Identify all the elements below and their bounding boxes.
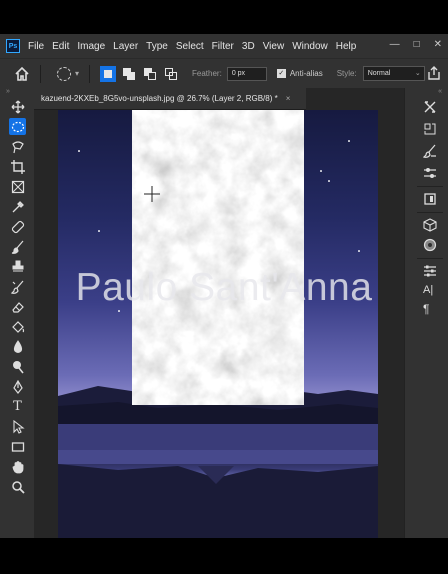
style-value: Normal [367, 70, 391, 77]
healing-brush-tool-icon[interactable] [9, 218, 26, 235]
style-select[interactable]: Normal ⌄ [362, 66, 425, 81]
star [358, 250, 360, 252]
feather-label: Feather: [192, 69, 222, 78]
minimize-button[interactable]: — [390, 39, 400, 50]
elliptical-marquee-tool-icon[interactable] [9, 118, 26, 135]
antialias-label: Anti-alias [289, 69, 323, 78]
subtract-from-selection-button[interactable] [142, 66, 158, 82]
separator [89, 64, 91, 83]
separator [417, 212, 443, 213]
pen-tool-icon[interactable] [9, 378, 26, 395]
close-window-button[interactable]: ✕ [434, 39, 442, 50]
history-brush-tool-icon[interactable] [9, 278, 26, 295]
hand-tool-icon[interactable] [9, 458, 26, 475]
menu-filter[interactable]: Filter [212, 41, 234, 52]
menu-3d[interactable]: 3D [242, 41, 255, 52]
photoshop-window: Ps File Edit Image Layer Type Select Fil… [0, 34, 448, 538]
brush-tool-icon[interactable] [9, 238, 26, 255]
paint-bucket-tool-icon[interactable] [9, 318, 26, 335]
type-tool-icon[interactable]: T [9, 398, 26, 415]
path-selection-tool-icon[interactable] [9, 418, 26, 435]
history-icon[interactable] [423, 122, 437, 136]
menu-view[interactable]: View [263, 41, 285, 52]
tools-panel: » T [0, 88, 34, 538]
window-controls: — □ ✕ [390, 39, 442, 50]
separator [40, 64, 41, 83]
menu-file[interactable]: File [28, 41, 44, 52]
star [98, 230, 100, 232]
frame-tool-icon[interactable] [9, 178, 26, 195]
tools-preset-icon[interactable] [423, 100, 437, 114]
type-tool-glyph: T [13, 399, 22, 414]
document-tab-title: kazuend-2KXEb_8G5vo-unsplash.jpg @ 26.7%… [41, 94, 278, 103]
blur-tool-icon[interactable] [9, 338, 26, 355]
clone-stamp-tool-icon[interactable] [9, 258, 26, 275]
right-panel-dock: « A| ¶ [404, 88, 448, 538]
document-tab[interactable]: kazuend-2KXEb_8G5vo-unsplash.jpg @ 26.7%… [34, 88, 306, 110]
lasso-tool-icon[interactable] [9, 138, 26, 155]
properties-icon[interactable] [423, 264, 437, 278]
close-tab-icon[interactable]: × [286, 94, 291, 103]
cloud-texture [132, 110, 304, 405]
menu-help[interactable]: Help [336, 41, 357, 52]
crop-tool-icon[interactable] [9, 158, 26, 175]
brush-settings-icon[interactable] [422, 144, 437, 158]
marquee-cursor-icon [144, 186, 160, 202]
libraries-icon[interactable] [423, 192, 437, 206]
menu-layer[interactable]: Layer [113, 41, 138, 52]
chevron-down-icon: ⌄ [414, 70, 421, 77]
dodge-tool-icon[interactable] [9, 358, 26, 375]
antialias-checkbox[interactable]: ✓ [276, 69, 286, 78]
zoom-tool-icon[interactable] [9, 478, 26, 495]
tool-preset-picker-icon[interactable] [57, 66, 71, 81]
menu-list: File Edit Image Layer Type Select Filter… [28, 41, 364, 52]
menu-image[interactable]: Image [77, 41, 105, 52]
3d-icon[interactable] [423, 218, 437, 232]
menu-window[interactable]: Window [292, 41, 328, 52]
photoshop-logo: Ps [6, 39, 20, 53]
menu-bar: Ps File Edit Image Layer Type Select Fil… [0, 34, 448, 58]
star [78, 150, 80, 152]
eraser-tool-icon[interactable] [9, 298, 26, 315]
eyedropper-tool-icon[interactable] [9, 198, 26, 215]
paragraph-icon[interactable]: ¶ [423, 302, 437, 316]
star [348, 140, 350, 142]
separator [417, 258, 443, 259]
maximize-button[interactable]: □ [414, 39, 420, 50]
collapse-panel-icon[interactable]: » [6, 88, 10, 95]
style-label: Style: [336, 69, 357, 78]
star [328, 180, 330, 182]
menu-select[interactable]: Select [176, 41, 204, 52]
menu-type[interactable]: Type [146, 41, 168, 52]
rectangle-tool-icon[interactable] [9, 438, 26, 455]
tab-strip [306, 88, 406, 110]
new-selection-button[interactable] [100, 65, 117, 82]
separator [417, 186, 443, 187]
star [118, 310, 120, 312]
options-bar: ▾ Feather: 0 px ✓ Anti-alias Style: Norm… [0, 58, 448, 88]
move-tool-icon[interactable] [9, 98, 26, 115]
share-icon[interactable] [426, 65, 442, 81]
home-icon[interactable] [14, 66, 30, 82]
canvas-area[interactable] [34, 110, 404, 538]
character-icon[interactable]: A| [423, 284, 437, 298]
feather-input[interactable]: 0 px [226, 66, 267, 81]
add-to-selection-button[interactable] [121, 66, 137, 82]
adjustments-icon[interactable] [423, 166, 437, 180]
collapse-panel-icon[interactable]: « [438, 88, 442, 95]
star [320, 170, 322, 172]
menu-edit[interactable]: Edit [52, 41, 69, 52]
color-icon[interactable] [423, 238, 437, 252]
layer-2-cloud-texture[interactable] [132, 110, 304, 405]
intersect-selection-button[interactable] [163, 66, 179, 82]
chevron-down-icon[interactable]: ▾ [75, 69, 79, 78]
